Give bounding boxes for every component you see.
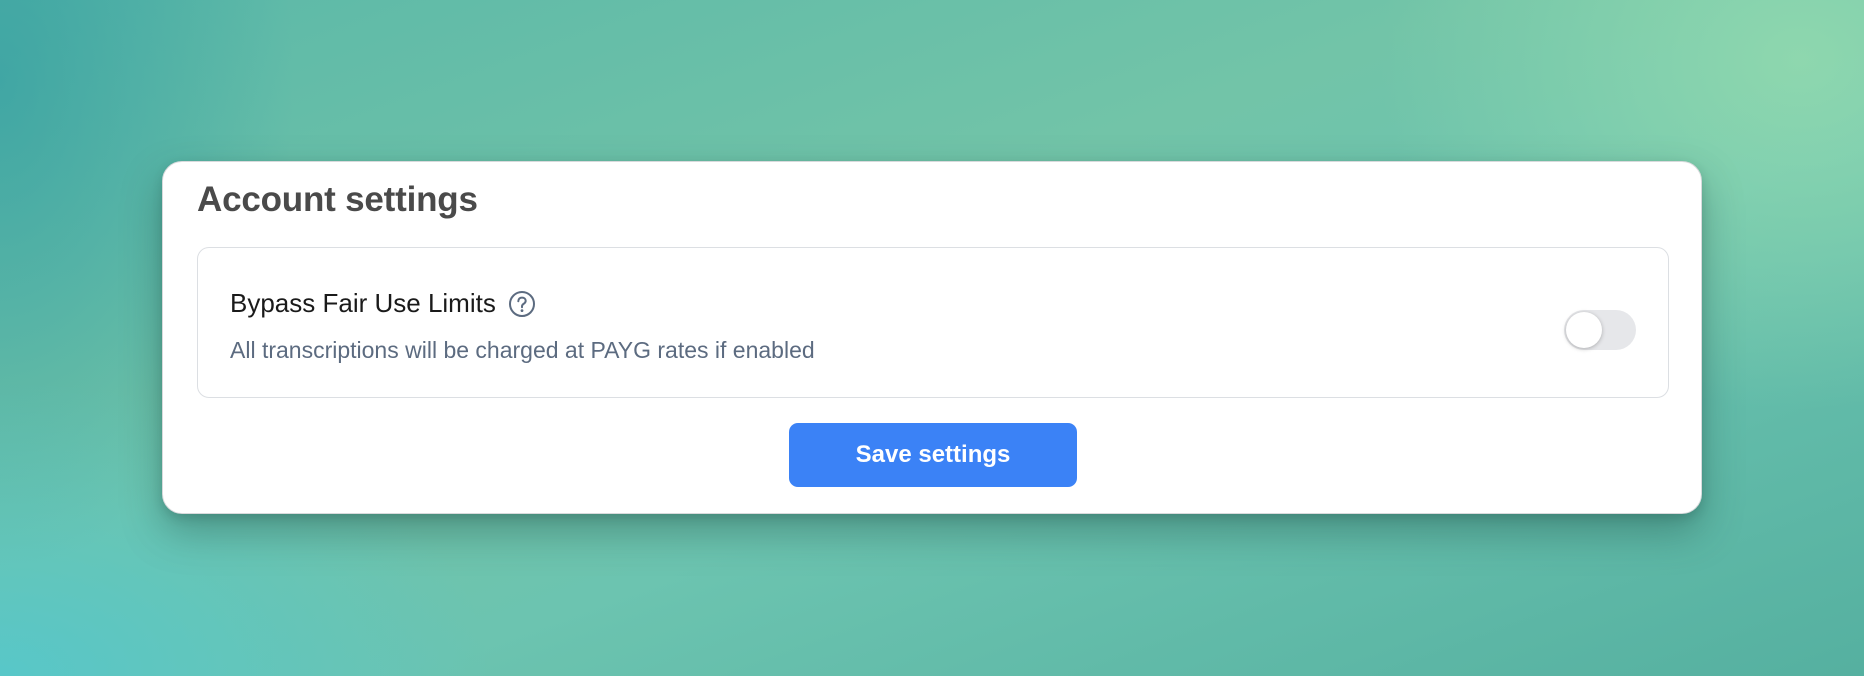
- save-settings-button[interactable]: Save settings: [789, 423, 1077, 487]
- setting-description: All transcriptions will be charged at PA…: [230, 337, 815, 363]
- toggle-knob: [1566, 312, 1602, 348]
- question-circle-icon[interactable]: [508, 290, 536, 318]
- account-settings-card: Account settings Bypass Fair Use Limits …: [162, 161, 1702, 514]
- setting-label-line: Bypass Fair Use Limits: [230, 288, 536, 319]
- card-title: Account settings: [197, 180, 478, 219]
- bypass-fair-use-toggle[interactable]: [1564, 310, 1636, 350]
- setting-label: Bypass Fair Use Limits: [230, 288, 496, 318]
- bypass-fair-use-setting: Bypass Fair Use Limits All transcription…: [197, 247, 1669, 398]
